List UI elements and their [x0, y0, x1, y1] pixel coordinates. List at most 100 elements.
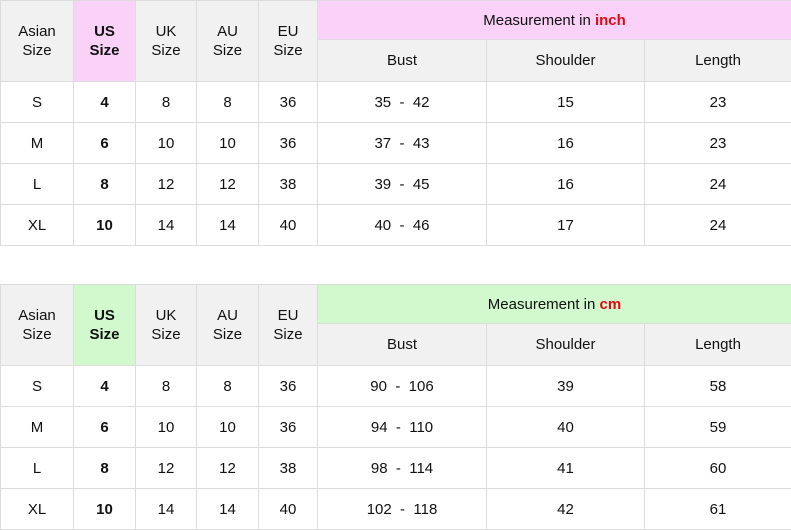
header-eu-line2: Size	[259, 325, 317, 344]
cell-eu-size: 36	[259, 366, 318, 407]
cell-bust: 102 - 118	[318, 489, 487, 530]
cell-eu-size: 40	[259, 205, 318, 246]
cell-au-size: 10	[197, 407, 259, 448]
cell-length: 60	[645, 448, 791, 489]
cell-uk-size: 12	[136, 448, 197, 489]
cell-us-size: 6	[74, 407, 136, 448]
measurement-banner-inch: Measurement in inch	[318, 1, 791, 40]
measurement-banner-prefix: Measurement in	[488, 296, 600, 313]
cell-uk-size: 10	[136, 407, 197, 448]
header-bust: Bust	[318, 40, 487, 82]
size-chart-stack: Asian Size US Size UK Size AU Size EU	[0, 0, 791, 530]
header-us-line2: Size	[74, 41, 135, 60]
header-us-line1: US	[74, 306, 135, 325]
cell-asian-size: L	[1, 164, 74, 205]
header-eu-line1: EU	[259, 22, 317, 41]
cell-us-size: 4	[74, 366, 136, 407]
header-au-line1: AU	[197, 306, 258, 325]
header-au-size: AU Size	[197, 1, 259, 82]
cell-eu-size: 38	[259, 448, 318, 489]
size-table-cm: Asian Size US Size UK Size AU Size EU	[0, 284, 791, 530]
header-eu-size: EU Size	[259, 1, 318, 82]
cell-eu-size: 40	[259, 489, 318, 530]
cell-length: 23	[645, 123, 791, 164]
cell-uk-size: 12	[136, 164, 197, 205]
header-asian-line1: Asian	[1, 306, 73, 325]
cell-eu-size: 36	[259, 123, 318, 164]
header-shoulder: Shoulder	[487, 40, 645, 82]
header-row-top: Asian Size US Size UK Size AU Size EU	[1, 1, 791, 40]
cell-length: 58	[645, 366, 791, 407]
cell-length: 23	[645, 82, 791, 123]
header-eu-line1: EU	[259, 306, 317, 325]
header-us-line2: Size	[74, 325, 135, 344]
cell-shoulder: 17	[487, 205, 645, 246]
table-row: S 4 8 8 36 35 - 42 15 23	[1, 82, 791, 123]
measurement-banner-prefix: Measurement in	[483, 12, 595, 29]
cell-us-size: 4	[74, 82, 136, 123]
cell-us-size: 6	[74, 123, 136, 164]
header-uk-line1: UK	[136, 306, 196, 325]
measurement-banner-unit: inch	[595, 12, 626, 29]
cell-length: 24	[645, 164, 791, 205]
cell-bust: 40 - 46	[318, 205, 487, 246]
header-asian-size: Asian Size	[1, 285, 74, 366]
cell-asian-size: XL	[1, 489, 74, 530]
header-shoulder: Shoulder	[487, 324, 645, 366]
header-au-line2: Size	[197, 325, 258, 344]
header-asian-line1: Asian	[1, 22, 73, 41]
header-au-line2: Size	[197, 41, 258, 60]
cell-shoulder: 40	[487, 407, 645, 448]
header-length: Length	[645, 324, 791, 366]
cell-asian-size: XL	[1, 205, 74, 246]
table-row: L 8 12 12 38 98 - 114 41 60	[1, 448, 791, 489]
cell-asian-size: M	[1, 123, 74, 164]
header-uk-line1: UK	[136, 22, 196, 41]
table-row: XL 10 14 14 40 40 - 46 17 24	[1, 205, 791, 246]
cell-uk-size: 14	[136, 489, 197, 530]
cell-asian-size: M	[1, 407, 74, 448]
cell-shoulder: 41	[487, 448, 645, 489]
cell-us-size: 10	[74, 205, 136, 246]
header-bust: Bust	[318, 324, 487, 366]
cell-eu-size: 38	[259, 164, 318, 205]
header-us-size: US Size	[74, 285, 136, 366]
cell-au-size: 14	[197, 489, 259, 530]
header-length: Length	[645, 40, 791, 82]
table-row: M 6 10 10 36 37 - 43 16 23	[1, 123, 791, 164]
cell-asian-size: S	[1, 82, 74, 123]
header-eu-size: EU Size	[259, 285, 318, 366]
cell-shoulder: 16	[487, 123, 645, 164]
header-us-line1: US	[74, 22, 135, 41]
cell-shoulder: 16	[487, 164, 645, 205]
measurement-banner-cm: Measurement in cm	[318, 285, 791, 324]
header-asian-size: Asian Size	[1, 1, 74, 82]
header-uk-size: UK Size	[136, 1, 197, 82]
header-au-line1: AU	[197, 22, 258, 41]
header-uk-size: UK Size	[136, 285, 197, 366]
cell-shoulder: 15	[487, 82, 645, 123]
cell-eu-size: 36	[259, 407, 318, 448]
cell-shoulder: 42	[487, 489, 645, 530]
cell-bust: 35 - 42	[318, 82, 487, 123]
cell-au-size: 12	[197, 448, 259, 489]
header-asian-line2: Size	[1, 325, 73, 344]
table-row: S 4 8 8 36 90 - 106 39 58	[1, 366, 791, 407]
table-row: L 8 12 12 38 39 - 45 16 24	[1, 164, 791, 205]
header-au-size: AU Size	[197, 285, 259, 366]
header-eu-line2: Size	[259, 41, 317, 60]
cell-au-size: 8	[197, 82, 259, 123]
cell-us-size: 8	[74, 448, 136, 489]
cell-au-size: 14	[197, 205, 259, 246]
header-asian-line2: Size	[1, 41, 73, 60]
cell-length: 24	[645, 205, 791, 246]
cell-asian-size: S	[1, 366, 74, 407]
cell-uk-size: 8	[136, 366, 197, 407]
measurement-banner-unit: cm	[600, 296, 622, 313]
cell-us-size: 10	[74, 489, 136, 530]
cell-uk-size: 8	[136, 82, 197, 123]
header-row-top: Asian Size US Size UK Size AU Size EU	[1, 285, 791, 324]
cell-bust: 90 - 106	[318, 366, 487, 407]
cell-length: 61	[645, 489, 791, 530]
table-separator	[0, 246, 791, 284]
